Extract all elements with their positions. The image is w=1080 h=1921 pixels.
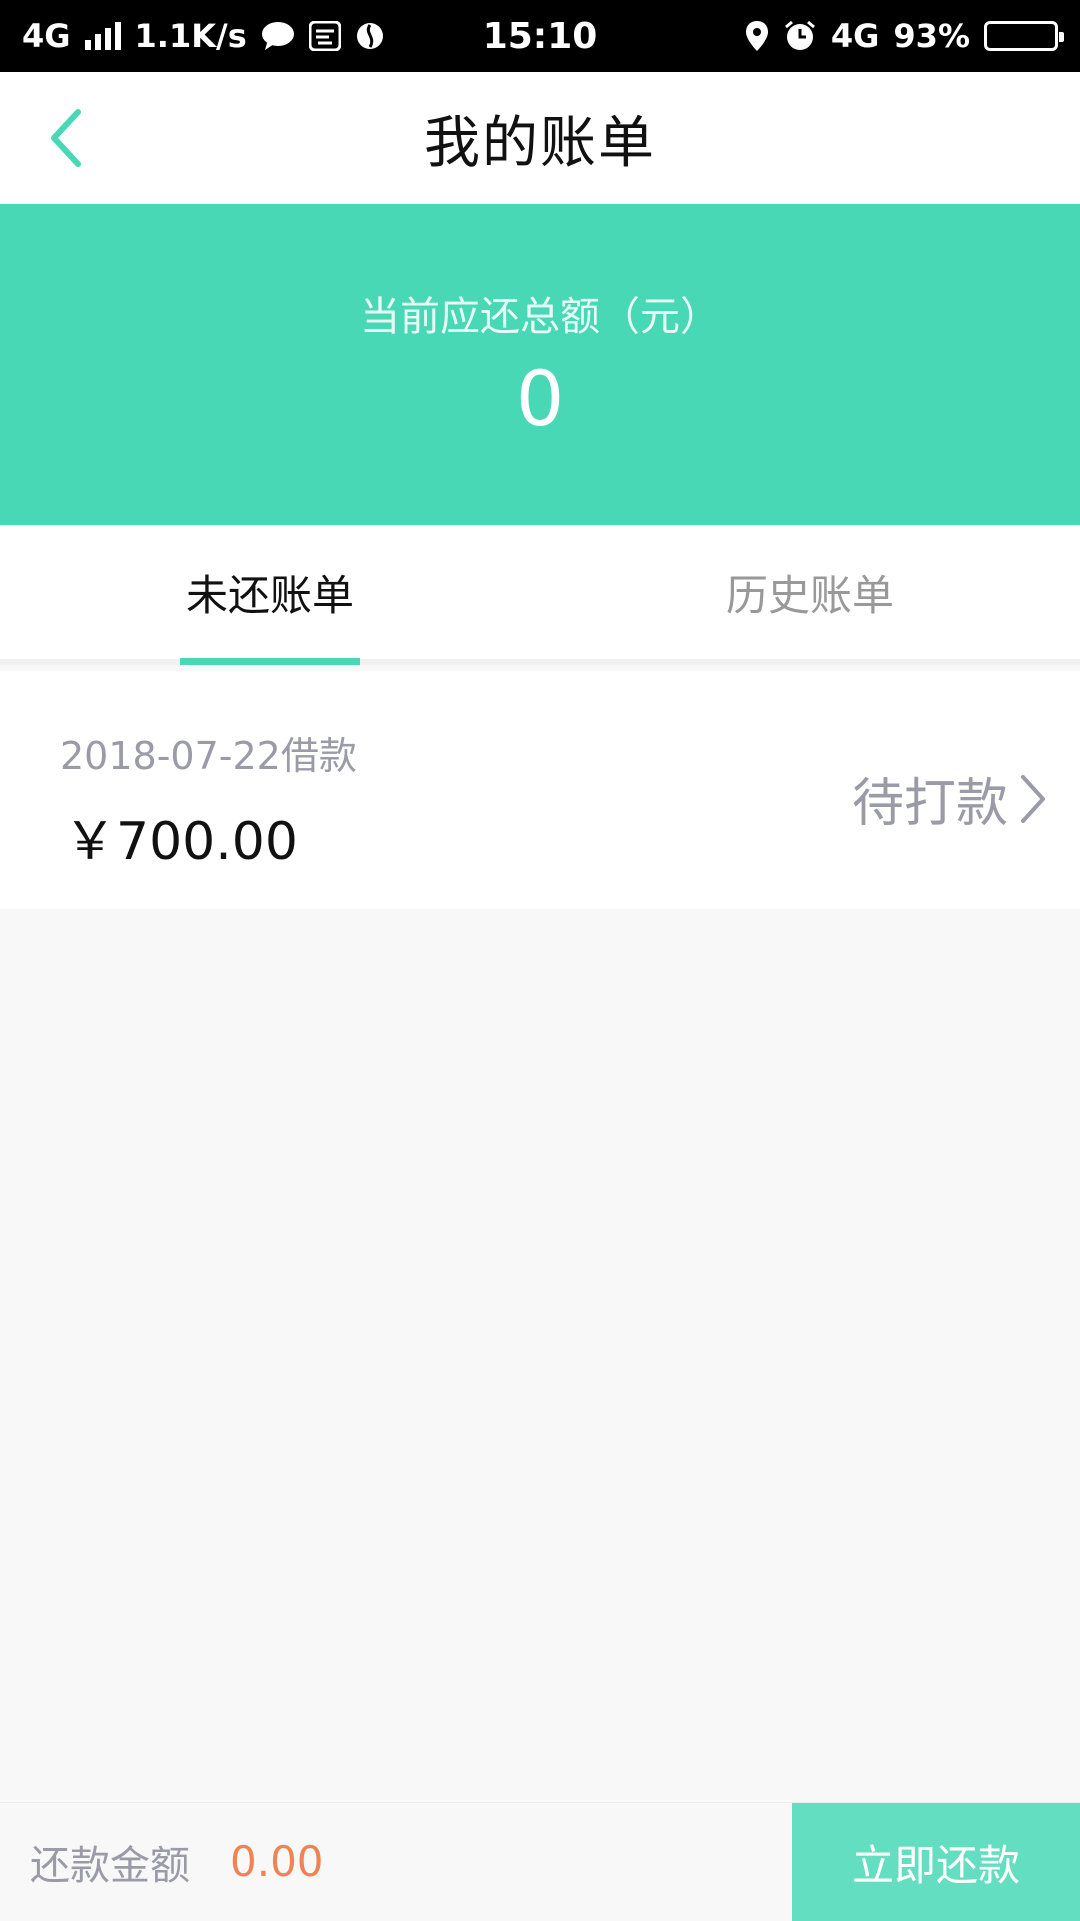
chat-icon (261, 21, 295, 51)
status-bar: 4G 1.1K/s 15:10 4G 93% (0, 0, 1080, 72)
page-title: 我的账单 (424, 110, 656, 176)
total-due-label: 当前应还总额（元） (360, 294, 720, 340)
bill-status-label: 待打款 (851, 774, 1008, 834)
total-due-panel: 当前应还总额（元） 0 (0, 204, 1080, 525)
status-right: 4G 93% (745, 17, 1064, 55)
app-notification-icon (308, 21, 341, 51)
chevron-right-icon (1021, 774, 1045, 823)
total-due-amount: 0 (515, 354, 565, 443)
signal-icon (84, 22, 121, 50)
browser-icon (355, 21, 385, 51)
status-left: 4G 1.1K/s (22, 17, 385, 55)
alarm-icon (783, 20, 817, 52)
tab-unpaid-bills[interactable]: 未还账单 (0, 525, 540, 665)
repay-now-button[interactable]: 立即还款 (792, 1803, 1080, 1921)
battery-percent: 93% (893, 17, 970, 55)
tab-label: 未还账单 (185, 570, 354, 620)
bill-date: 2018-07-22借款 (60, 734, 357, 778)
battery-icon (984, 21, 1064, 51)
back-button[interactable] (30, 102, 102, 174)
pay-info: 还款金额 0.00 (0, 1803, 792, 1920)
nav-bar: 我的账单 (0, 72, 1080, 204)
active-tab-indicator (180, 658, 360, 665)
location-icon (745, 20, 769, 52)
bill-status: 待打款 (852, 761, 1048, 836)
bill-tabs: 未还账单 历史账单 (0, 525, 1080, 665)
repay-amount-label: 还款金额 (30, 1842, 190, 1889)
network-type-secondary: 4G (830, 17, 880, 55)
list-item[interactable]: 2018-07-22借款 ￥700.00 待打款 (0, 671, 1080, 909)
tab-history-bills[interactable]: 历史账单 (540, 525, 1080, 659)
tab-label: 历史账单 (725, 570, 894, 620)
network-speed: 1.1K/s (134, 17, 247, 55)
bottom-pay-bar: 还款金额 0.00 立即还款 (0, 1802, 1080, 1921)
network-type: 4G (22, 17, 71, 55)
chevron-left-icon (51, 109, 81, 167)
bill-amount: ￥700.00 (64, 812, 298, 872)
repay-amount-value: 0.00 (230, 1837, 324, 1886)
